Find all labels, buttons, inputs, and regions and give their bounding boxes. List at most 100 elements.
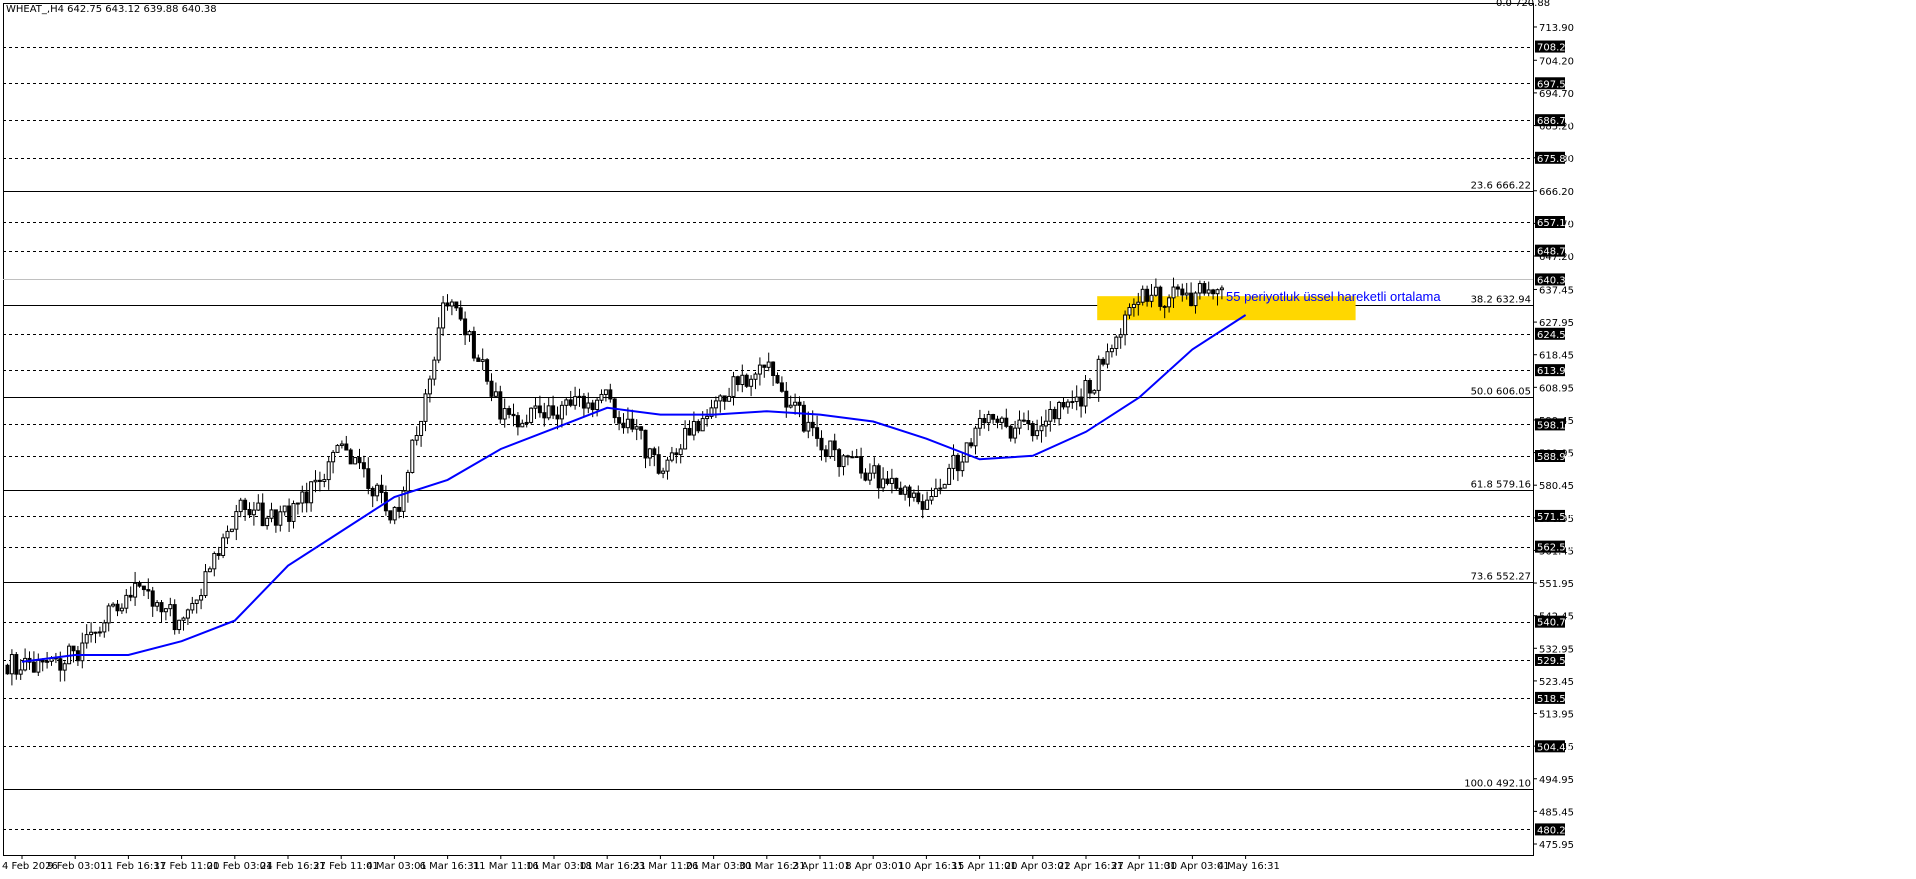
candle [630,409,635,433]
candle [744,373,749,388]
candle [89,622,94,643]
candle [247,502,252,518]
price-tag: 697.50 [1535,77,1572,90]
svg-text:480.20: 480.20 [1537,825,1572,836]
top-fib-label: 0.0 720.88 [1496,0,1550,9]
x-axis: 4 Feb 20269 Feb 03:0111 Feb 16:3117 Feb … [2,855,1280,872]
candle [894,477,899,491]
candle [762,364,767,378]
candle [595,397,600,417]
candle [995,415,1000,429]
ema-line [21,314,1247,663]
candlestick-series [5,277,1224,686]
svg-text:571.50: 571.50 [1537,512,1572,523]
candle [661,467,666,479]
candle [353,457,358,465]
candle [238,497,243,518]
candle [665,456,670,480]
candle [1039,416,1044,443]
svg-text:624.55: 624.55 [1537,330,1572,341]
candle [669,446,674,463]
candle [84,624,89,649]
svg-text:504.40: 504.40 [1537,742,1572,753]
candle [5,663,10,675]
candle [634,419,639,441]
candle [889,468,894,494]
candle [278,505,283,532]
candle [925,491,930,510]
candle [282,505,287,516]
candle [903,485,908,501]
candle [850,450,855,459]
price-tag: 675.80 [1535,151,1572,165]
fib-label: 23.6 666.22 [1471,181,1531,192]
candle [1061,397,1066,410]
candle [1109,344,1114,358]
y-tick-label: 627.95 [1539,318,1574,329]
candle [67,643,72,665]
candle [62,661,67,682]
candle [203,564,208,599]
candle [859,447,864,479]
candle [771,361,776,386]
candle [322,473,327,488]
candle [1004,408,1009,429]
candle [344,435,349,451]
candle [687,420,692,436]
candle [427,375,432,403]
candle [542,402,547,427]
x-tick-label: 4 May 16:31 [1218,861,1280,872]
candle [520,419,525,428]
candle [93,631,98,644]
candle [608,383,613,403]
ema-annotation: 55 periyotluk üssel hareketli ortalama [1226,289,1441,304]
candle [806,411,811,439]
y-tick-label: 666.20 [1539,187,1574,198]
candle [656,446,661,475]
candle [982,414,987,429]
price-tag: 562.55 [1535,540,1572,554]
candle [480,348,485,370]
candle [586,392,591,414]
candle [1065,399,1070,414]
svg-text:529.55: 529.55 [1537,656,1572,667]
candle [260,493,265,527]
svg-text:518.50: 518.50 [1537,694,1572,705]
candle [537,395,542,418]
candle [577,388,582,407]
candle [683,420,688,450]
candle [823,445,828,463]
candle [309,481,314,512]
symbol-info-text: WHEAT_,H4 642.75 643.12 639.88 640.38 [6,4,217,15]
y-tick-label: 637.45 [1539,285,1574,296]
candle [1021,412,1026,423]
candle [502,398,507,428]
fib-label: 100.0 492.10 [1464,779,1531,790]
candle [696,419,701,434]
candle [335,444,340,453]
candle [111,602,116,608]
price-tag: 686.75 [1535,114,1572,127]
candle [1153,278,1158,297]
candle [1118,328,1123,349]
y-tick-label: 532.95 [1539,644,1574,655]
candle [647,447,652,467]
horizontal-levels [3,47,1533,830]
candle [757,357,762,386]
candle [559,401,564,428]
candle [331,449,336,474]
candle [23,648,28,672]
candle [1043,409,1048,437]
candle [863,468,868,482]
candle [674,448,679,464]
candle [564,397,569,416]
candle [441,295,446,336]
candle [1052,406,1057,423]
candle [709,399,714,419]
candle [740,364,745,393]
candle [133,571,138,606]
candle [735,375,740,392]
fib-label: 61.8 579.16 [1471,480,1531,491]
candle [920,494,925,519]
candle [401,486,406,519]
